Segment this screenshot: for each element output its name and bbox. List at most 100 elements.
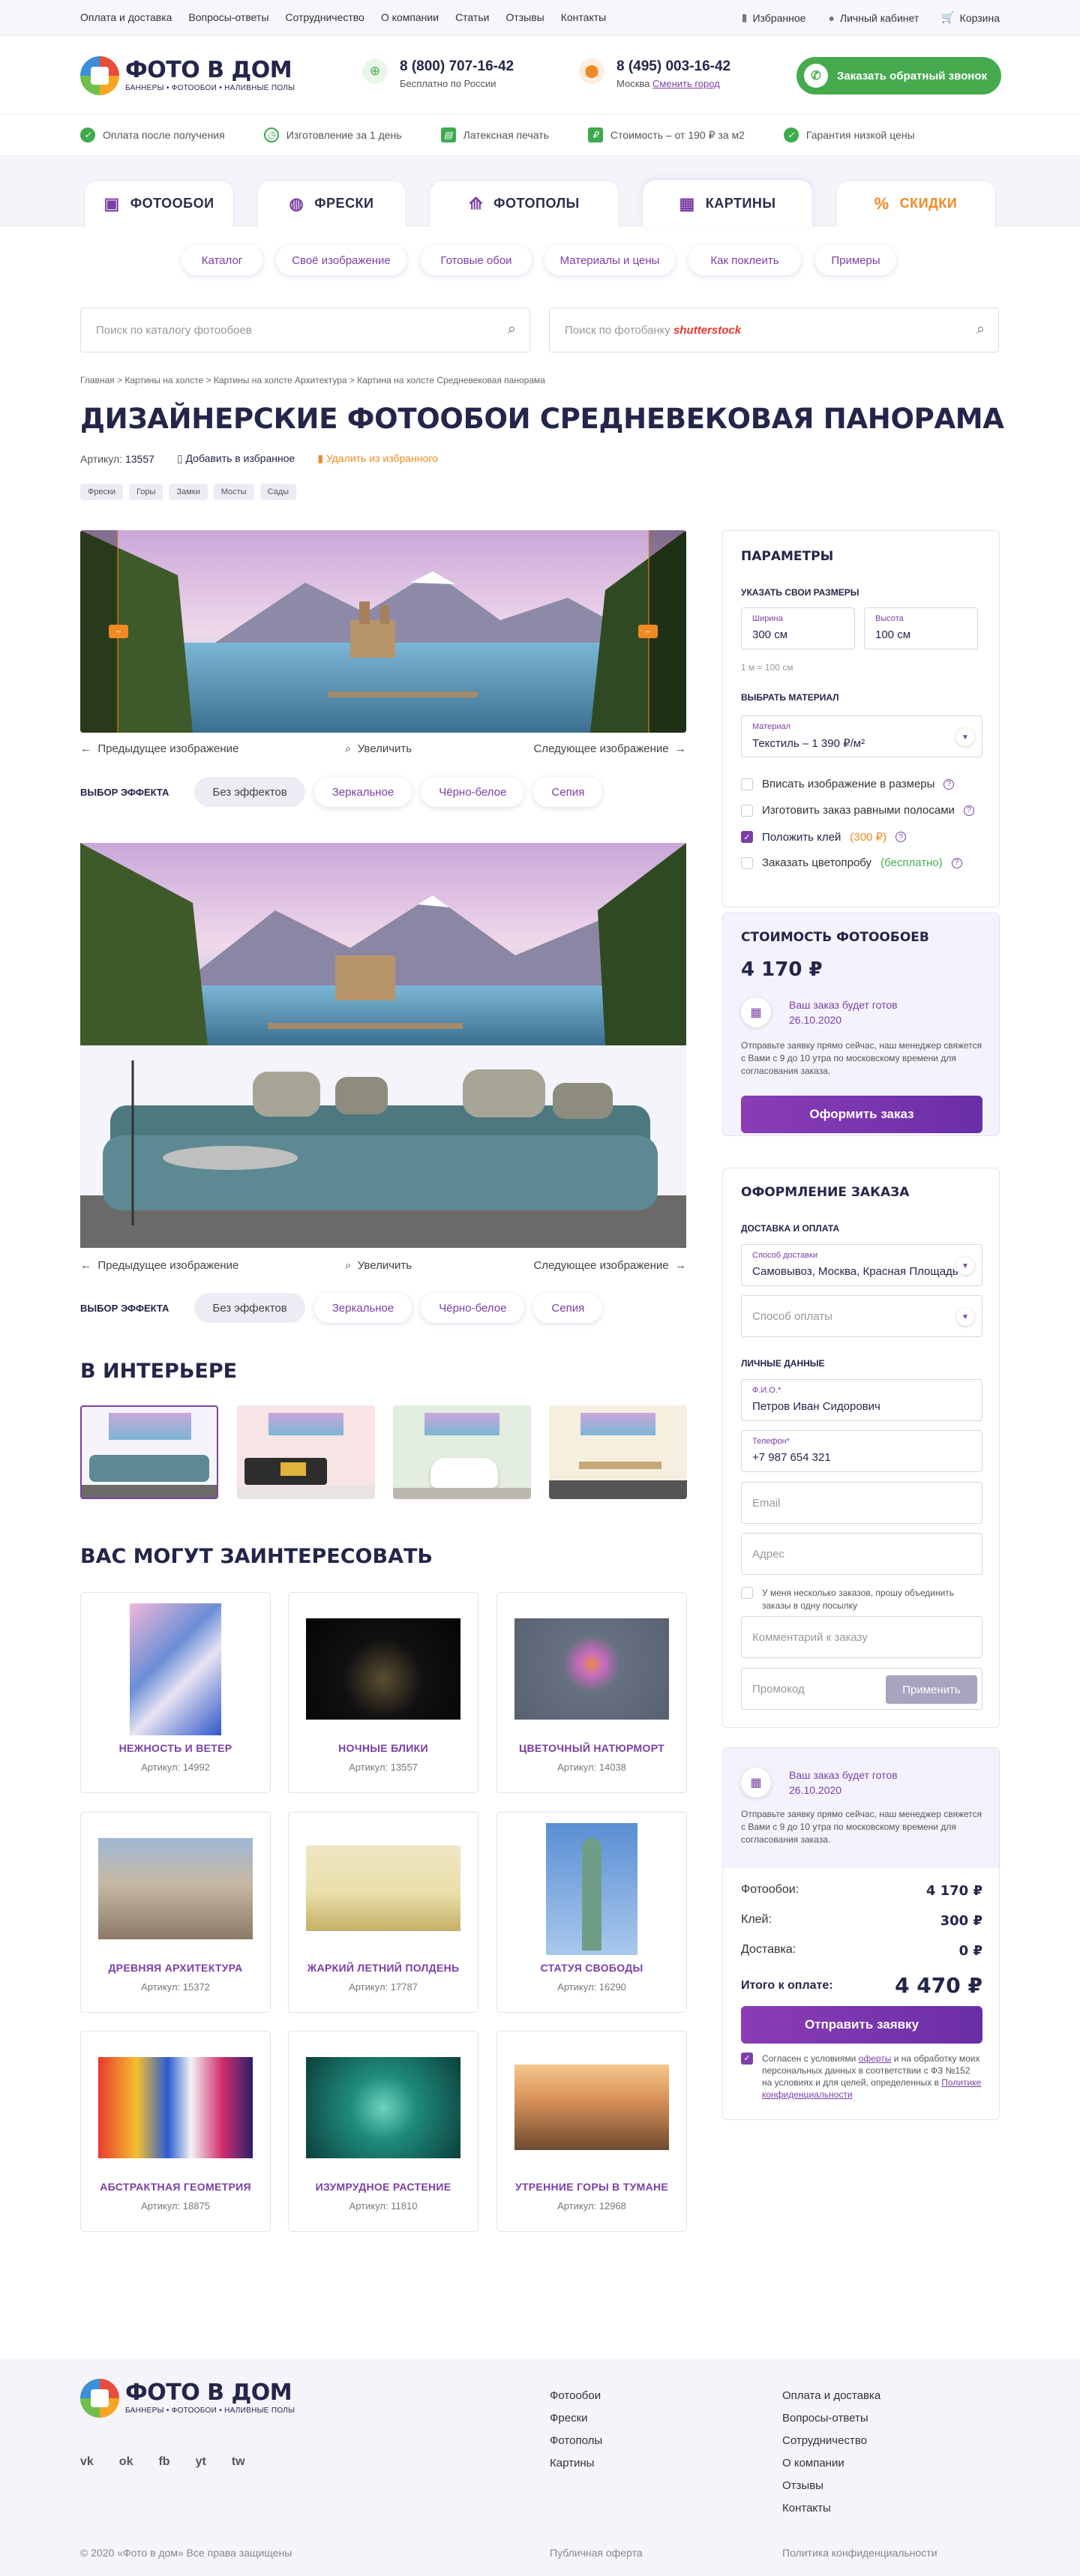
interior-thumb-2[interactable] (237, 1405, 375, 1499)
top-link-reviews[interactable]: Отзывы (506, 11, 544, 23)
footer-link[interactable]: Фотообои (550, 2385, 602, 2407)
width-field[interactable]: Ширина 300 см (741, 607, 855, 649)
ok-icon[interactable]: ok (119, 2455, 134, 2469)
tag[interactable]: Мосты (213, 484, 254, 500)
help-icon[interactable]: ? (896, 832, 907, 842)
product-card[interactable]: Древняя архитектура Артикул: 15372 (80, 1812, 271, 2013)
crop-handle-left-icon[interactable]: ↔ (109, 625, 128, 638)
interior-thumb-4[interactable] (549, 1405, 687, 1499)
footer-link[interactable]: О компании (782, 2452, 880, 2475)
tag[interactable]: Фрески (80, 484, 124, 500)
top-link-articles[interactable]: Статьи (455, 11, 489, 23)
top-link-about[interactable]: О компании (381, 11, 439, 23)
phone-1[interactable]: 8 (800) 707-16-42 (400, 58, 514, 75)
tab-wallpapers[interactable]: ▣ ФОТООБОИ (84, 180, 234, 226)
account-link[interactable]: ● Личный кабинет (828, 11, 919, 24)
callback-button[interactable]: ✆ Заказать обратный звонок (796, 57, 1001, 94)
tag[interactable]: Замки (169, 484, 208, 500)
search-icon[interactable]: ⌕ (976, 321, 985, 338)
checkbox[interactable] (741, 1587, 753, 1599)
remove-favorite-button[interactable]: ▮ Удалить из избранного (317, 452, 438, 465)
combine-orders-option[interactable]: У меня несколько заказов, прошу объедини… (741, 1587, 982, 1612)
top-link-delivery[interactable]: Оплата и доставка (80, 11, 172, 23)
interior-thumb-3[interactable] (393, 1405, 531, 1499)
tab-paintings[interactable]: ▦ КАРТИНЫ (642, 179, 813, 227)
subnav-materials[interactable]: Материалы и цены (544, 245, 675, 275)
tag[interactable]: Горы (129, 484, 164, 500)
payment-select[interactable]: Способ оплаты ▼ (741, 1295, 982, 1337)
footer-link[interactable]: Контакты (782, 2497, 880, 2520)
prev-image-button[interactable]: ← Предыдущее изображение (80, 742, 238, 755)
top-link-faq[interactable]: Вопросы-ответы (188, 11, 268, 23)
footer-link[interactable]: Фотополы (550, 2430, 602, 2452)
name-field[interactable]: Ф.И.О.* Петров Иван Сидорович (741, 1379, 982, 1421)
change-city-link[interactable]: Сменить город (652, 78, 720, 89)
prev-image-button[interactable]: ← Предыдущее изображение (80, 1259, 238, 1272)
subnav-how-to[interactable]: Как поклеить (688, 245, 801, 275)
privacy-policy-link[interactable]: Политика конфиденциальности (782, 2547, 938, 2559)
footer-link[interactable]: Оплата и доставка (782, 2385, 880, 2407)
submit-order-button[interactable]: Отправить заявку (741, 2006, 982, 2044)
tab-frescoes[interactable]: ◍ ФРЕСКИ (256, 180, 406, 226)
option-color-proof[interactable]: Заказать цветопробу (бесплатно)? (741, 856, 962, 869)
height-field[interactable]: Высота 100 см (864, 607, 978, 649)
help-icon[interactable]: ? (951, 857, 962, 868)
option-fit[interactable]: Вписать изображение в размеры? (741, 778, 955, 790)
option-strips[interactable]: Изготовить заказ равными полосами? (741, 804, 974, 817)
effect-none[interactable]: Без эффектов (194, 777, 305, 807)
effect-sepia[interactable]: Сепия (533, 1293, 603, 1323)
crumb-paintings[interactable]: Картины на холсте (124, 375, 203, 385)
phone-2[interactable]: 8 (495) 003-16-42 (616, 58, 730, 75)
effect-none[interactable]: Без эффектов (194, 1293, 305, 1323)
crop-handle-right-icon[interactable]: ↔ (638, 625, 658, 638)
public-offer-link[interactable]: Публичная оферта (550, 2547, 643, 2559)
product-card[interactable]: Цветочный натюрморт Артикул: 14038 (496, 1592, 687, 1793)
apply-promo-button[interactable]: Применить (886, 1675, 977, 1704)
interior-thumb-1[interactable] (80, 1405, 218, 1499)
option-glue[interactable]: ✓ Положить клей (300 ₽)? (741, 830, 907, 844)
footer-logo[interactable]: ФОТО В ДОМ БАННЕРЫ • ФОТООБОИ • НАЛИВНЫЕ… (80, 2379, 295, 2418)
effect-bw[interactable]: Чёрно-белое (421, 777, 525, 807)
promo-field[interactable]: Промокод Применить (741, 1668, 982, 1710)
product-card[interactable]: Изумрудное растение Артикул: 11810 (288, 2031, 478, 2232)
checkbox[interactable] (741, 856, 753, 869)
product-card[interactable]: Абстрактная геометрия Артикул: 18875 (80, 2031, 271, 2232)
crumb-architecture[interactable]: Картины на холсте Архитектура (214, 375, 347, 385)
address-field[interactable]: Адрес (741, 1533, 982, 1575)
delivery-select[interactable]: Способ доставки Самовывоз, Москва, Красна… (741, 1244, 982, 1286)
add-favorite-button[interactable]: ▯ Добавить в избранное (177, 452, 295, 465)
checkbox-checked[interactable]: ✓ (741, 831, 753, 843)
zoom-button[interactable]: ⌕ Увеличить (345, 742, 412, 755)
cart-link[interactable]: 🛒 Корзина (941, 11, 1000, 24)
product-card[interactable]: Ночные блики Артикул: 13557 (288, 1592, 478, 1793)
tag[interactable]: Сады (260, 484, 297, 500)
product-card[interactable]: Статуя свободы Артикул: 16290 (496, 1812, 687, 2013)
product-card[interactable]: Нежность и ветер Артикул: 14992 (80, 1592, 271, 1793)
effect-mirror[interactable]: Зеркальное (314, 1293, 412, 1323)
crumb-home[interactable]: Главная (80, 375, 115, 385)
subnav-examples[interactable]: Примеры (815, 245, 896, 275)
phone-field[interactable]: Телефон* +7 987 654 321 (741, 1430, 982, 1472)
help-icon[interactable]: ? (944, 778, 955, 790)
effect-sepia[interactable]: Сепия (533, 777, 603, 807)
product-card[interactable]: Утренние горы в тумане Артикул: 12968 (496, 2031, 687, 2232)
help-icon[interactable]: ? (963, 805, 974, 816)
top-link-cooperation[interactable]: Сотрудничество (285, 11, 364, 23)
comment-field[interactable]: Комментарий к заказу (741, 1616, 982, 1658)
offer-link[interactable]: оферты (859, 2053, 892, 2064)
footer-link[interactable]: Отзывы (782, 2475, 880, 2497)
vk-icon[interactable]: vk (80, 2455, 94, 2469)
twitter-icon[interactable]: tw (232, 2455, 245, 2469)
facebook-icon[interactable]: fb (158, 2455, 170, 2469)
checkbox[interactable] (741, 778, 753, 790)
product-image-cropper[interactable]: ↔ ↔ (80, 530, 686, 733)
youtube-icon[interactable]: yt (196, 2455, 206, 2469)
favorites-link[interactable]: ▮ Избранное (742, 11, 806, 24)
catalog-search-input[interactable]: Поиск по каталогу фотообоев ⌕ (80, 307, 530, 352)
footer-link[interactable]: Картины (550, 2452, 602, 2475)
footer-link[interactable]: Фрески (550, 2407, 602, 2430)
checkout-button[interactable]: Оформить заказ (741, 1096, 982, 1133)
subnav-ready[interactable]: Готовые обои (421, 245, 532, 275)
checkbox-checked[interactable]: ✓ (741, 2053, 753, 2065)
subnav-own-image[interactable]: Своё изображение (276, 245, 406, 275)
